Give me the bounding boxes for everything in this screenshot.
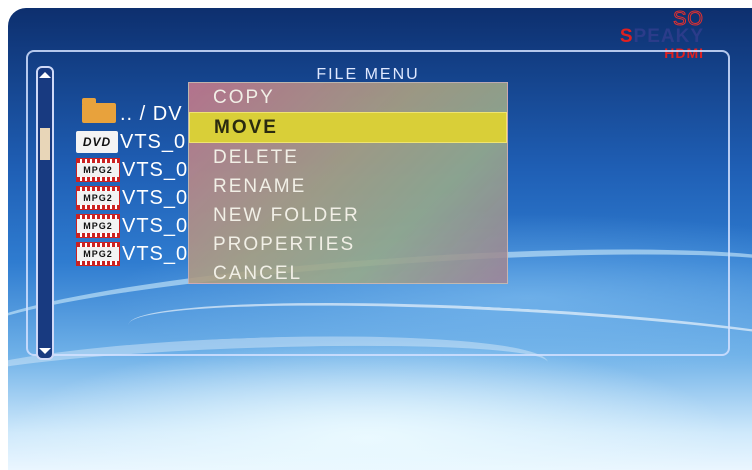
logo-brand-text: SPEAKY	[619, 26, 704, 47]
mpg2-icon: MPG2	[76, 158, 120, 182]
context-menu: COPY MOVE DELETE RENAME NEW FOLDER PROPE…	[188, 82, 508, 284]
file-label: .. / DV	[120, 102, 183, 125]
menu-item-move[interactable]: MOVE	[189, 112, 507, 143]
file-label: VTS_0	[122, 158, 189, 181]
logo-brand-rest: PEAKY	[633, 26, 704, 47]
scrollbar[interactable]	[36, 66, 54, 360]
menu-item-properties[interactable]: PROPERTIES	[189, 230, 507, 259]
file-label: VTS_0	[120, 130, 187, 153]
menu-item-rename[interactable]: RENAME	[189, 172, 507, 201]
mpg2-icon: MPG2	[76, 242, 120, 266]
file-label: VTS_0	[122, 242, 189, 265]
menu-item-delete[interactable]: DELETE	[189, 143, 507, 172]
scroll-down-arrow-icon[interactable]	[39, 348, 51, 354]
mpg2-icon: MPG2	[76, 214, 120, 238]
tv-screen: SO SPEAKY HDMI FILE MENU .. / DV DVD VTS…	[8, 8, 752, 470]
mpg2-icon: MPG2	[76, 186, 120, 210]
menu-item-new-folder[interactable]: NEW FOLDER	[189, 201, 507, 230]
menu-item-cancel[interactable]: CANCEL	[189, 259, 507, 288]
folder-icon	[76, 98, 118, 125]
file-label: VTS_0	[122, 214, 189, 237]
file-label: VTS_0	[122, 186, 189, 209]
menu-item-copy[interactable]: COPY	[189, 83, 507, 112]
scroll-thumb[interactable]	[40, 128, 50, 160]
scroll-up-arrow-icon[interactable]	[39, 72, 51, 78]
logo-brand-initial: S	[619, 26, 634, 47]
dvd-icon: DVD	[76, 131, 118, 153]
